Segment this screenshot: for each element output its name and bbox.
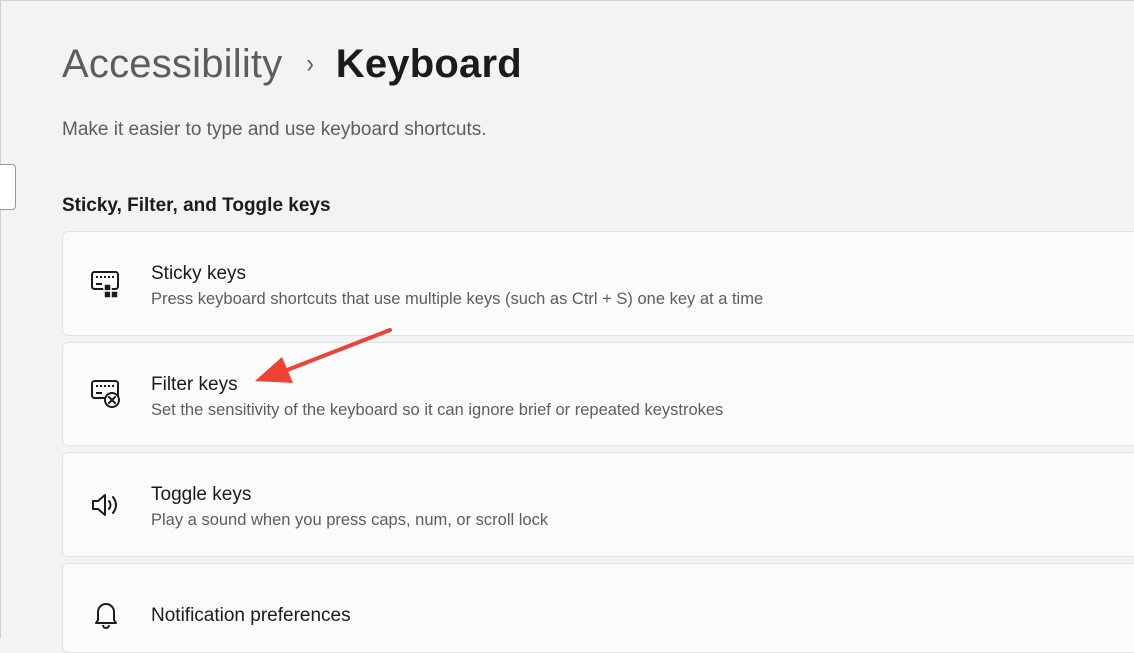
filter-keys-setting[interactable]: Filter keys Set the sensitivity of the k…: [62, 342, 1134, 446]
bell-icon: [89, 597, 123, 631]
notification-preferences-setting[interactable]: Notification preferences: [62, 563, 1134, 653]
toggle-keys-title: Toggle keys: [151, 484, 252, 505]
breadcrumb-chevron-icon: ›: [306, 48, 314, 79]
toggle-keys-setting[interactable]: Toggle keys Play a sound when you press …: [62, 452, 1134, 557]
sticky-keys-description: Press keyboard shortcuts that use multip…: [151, 290, 764, 308]
filter-keys-icon: [89, 377, 123, 411]
filter-keys-description: Set the sensitivity of the keyboard so i…: [151, 401, 724, 419]
filter-keys-title: Filter keys: [151, 374, 238, 395]
toggle-keys-description: Play a sound when you press caps, num, o…: [151, 511, 549, 529]
notification-preferences-title: Notification preferences: [151, 605, 351, 626]
sticky-keys-title: Sticky keys: [151, 263, 247, 284]
navigation-pane-edge[interactable]: [0, 164, 16, 210]
breadcrumb-accessibility[interactable]: Accessibility: [62, 42, 282, 87]
speaker-icon: [89, 488, 123, 522]
breadcrumb: Accessibility › Keyboard: [62, 36, 522, 92]
page-title: Keyboard: [335, 41, 522, 86]
page-description: Make it easier to type and use keyboard …: [62, 119, 487, 140]
sticky-keys-icon: [89, 268, 123, 302]
section-heading: Sticky, Filter, and Toggle keys: [62, 195, 331, 216]
sticky-keys-setting[interactable]: Sticky keys Press keyboard shortcuts tha…: [62, 231, 1134, 336]
